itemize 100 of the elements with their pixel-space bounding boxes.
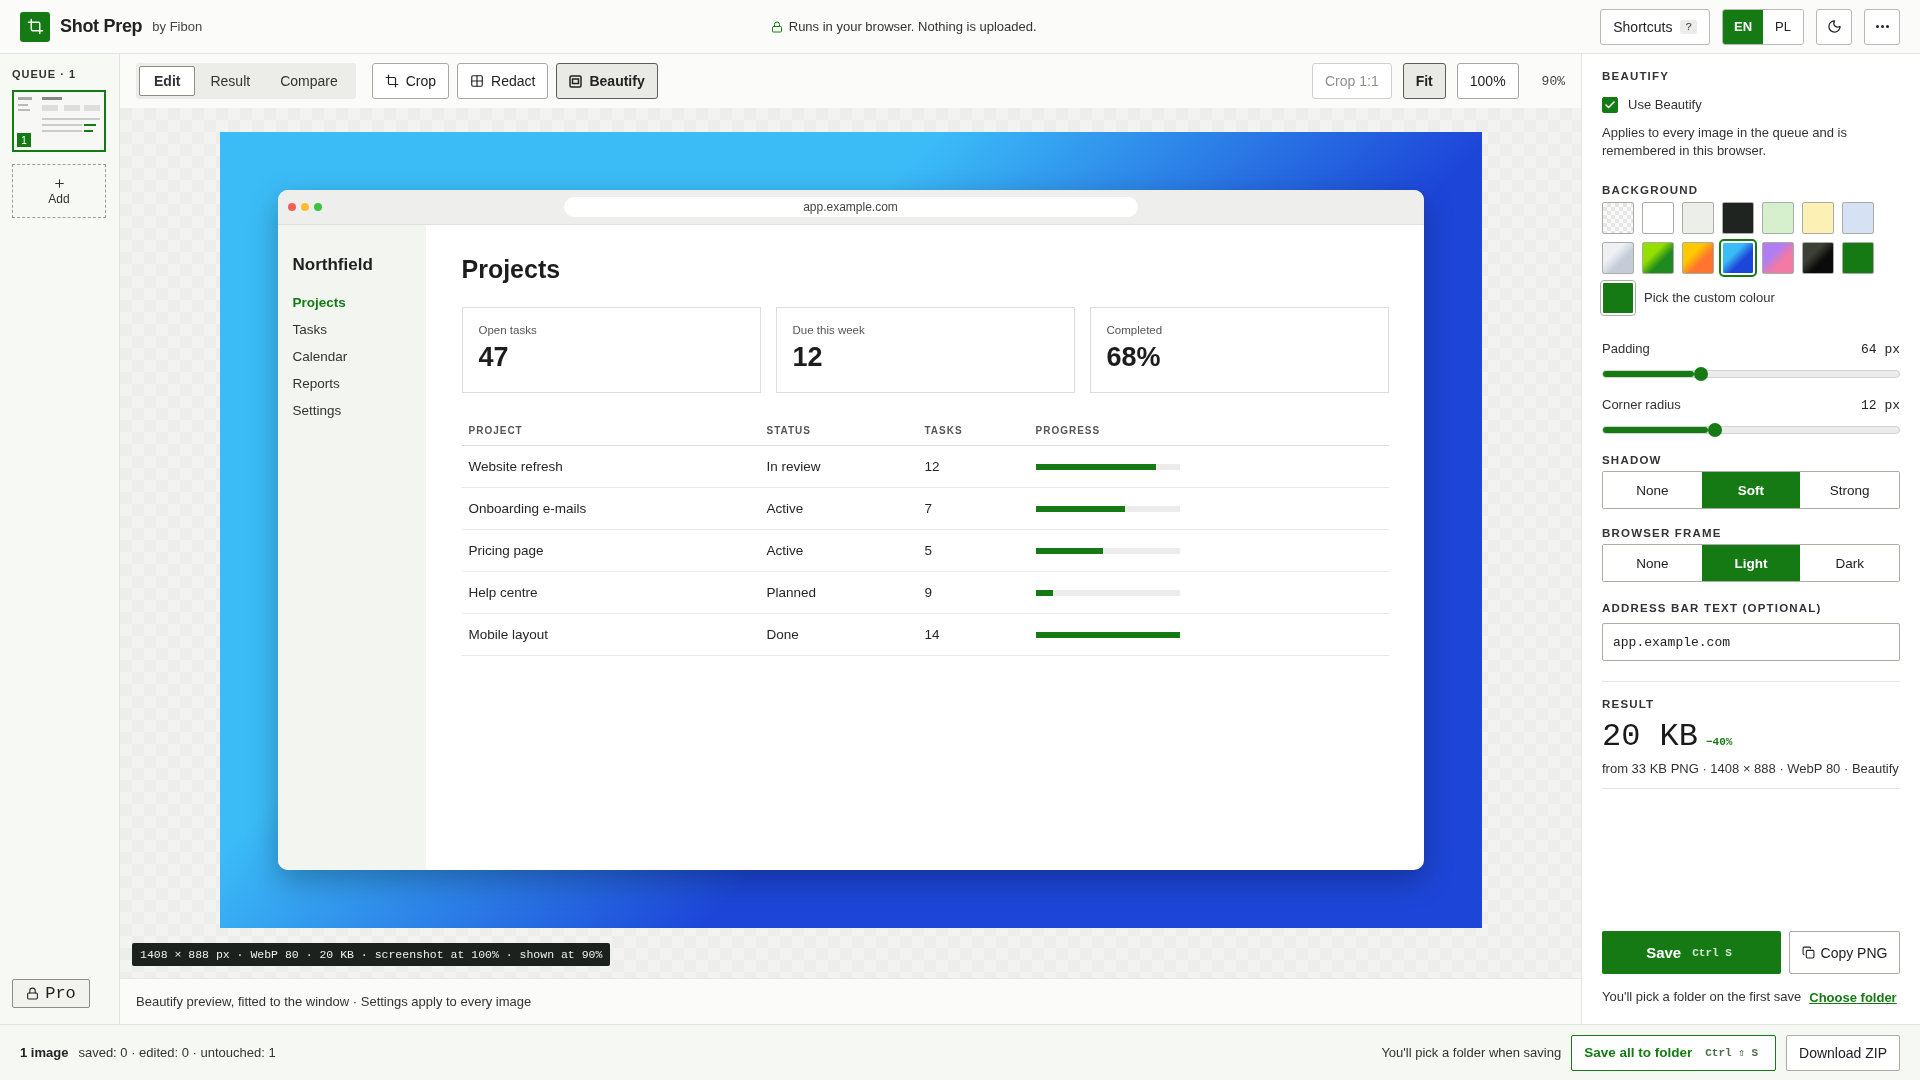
view-tab[interactable]: Result — [195, 66, 266, 96]
slider-reading: 12 px — [1861, 397, 1900, 413]
colour-swatch[interactable] — [1762, 242, 1794, 274]
copy-button[interactable]: Copy PNG — [1789, 931, 1900, 974]
custom-colour-swatch[interactable] — [1602, 282, 1634, 314]
table-cell-text: Website refresh — [468, 459, 564, 474]
table-cell-text: Done — [766, 627, 800, 642]
plus-icon — [52, 176, 66, 190]
column-header: TASKS — [924, 424, 964, 436]
table-cell-text: Mobile layout — [468, 627, 550, 642]
language-button[interactable]: PL — [1763, 9, 1803, 44]
table-cell-text: 14 — [924, 627, 941, 642]
slider-thumb[interactable] — [1693, 367, 1708, 381]
colour-swatch[interactable] — [1802, 202, 1834, 234]
slider-reading: 64 px — [1861, 341, 1900, 357]
colour-swatch[interactable] — [1602, 242, 1634, 274]
colour-swatch[interactable] — [1802, 242, 1834, 274]
colour-swatch[interactable] — [1642, 202, 1674, 234]
custom-colour-label: Pick the custom colour — [1644, 289, 1775, 307]
stat-value: 47 — [478, 342, 510, 373]
slider-label: Padding — [1602, 340, 1650, 358]
check-icon — [1604, 99, 1616, 111]
tool-button[interactable]: Beautify — [556, 63, 658, 99]
window-controls-icon — [287, 203, 322, 211]
queue-number: 1 — [17, 133, 31, 147]
table-cell-text: 5 — [924, 543, 933, 558]
stat-label: Due this week — [792, 324, 866, 336]
colour-swatch[interactable] — [1762, 202, 1794, 234]
stat-label: Open tasks — [478, 324, 538, 336]
table-cell-text: In review — [766, 459, 822, 474]
result-size: 20 KB — [1602, 718, 1698, 755]
app-logo — [20, 11, 50, 42]
table-cell-text: 12 — [924, 459, 941, 474]
key-hint: ? — [1680, 19, 1697, 34]
save-note: You'll pick a folder when saving — [1381, 1043, 1562, 1062]
colour-swatch[interactable] — [1682, 242, 1714, 274]
colour-swatch[interactable] — [1722, 202, 1754, 234]
lock-icon — [770, 20, 783, 33]
image-count: 1 image — [20, 1045, 69, 1060]
section-title: BEAUTIFY — [1602, 70, 1671, 82]
privacy-notice: Runs in your browser. Nothing is uploaded. — [788, 19, 1037, 34]
checkbox[interactable] — [1602, 97, 1618, 113]
section-title: BROWSER FRAME — [1602, 527, 1723, 539]
folder-note: You'll pick a folder on the first save — [1602, 988, 1802, 1006]
table-cell-text: Active — [766, 543, 805, 558]
option-button[interactable]: Soft — [1701, 472, 1801, 508]
more-icon — [1875, 25, 1889, 28]
tool-button[interactable]: Crop — [371, 63, 450, 99]
theme-button[interactable] — [1816, 8, 1852, 45]
colour-swatch[interactable] — [1682, 202, 1714, 234]
preview-caption: Beautify preview, fitted to the window · Settings apply to every image — [136, 994, 532, 1009]
crop-icon — [384, 74, 399, 88]
column-header: PROGRESS — [1035, 424, 1102, 436]
language-button[interactable]: EN — [1723, 9, 1763, 44]
zoom-reading: 90% — [1541, 73, 1565, 89]
size-change: −40% — [1706, 736, 1733, 748]
colour-swatch[interactable] — [1602, 202, 1634, 234]
choose-folder-link[interactable]: Choose folder — [1809, 989, 1897, 1005]
section-title: BACKGROUND — [1602, 184, 1700, 196]
zoom-button[interactable]: Fit — [1402, 63, 1446, 99]
colour-swatch[interactable] — [1842, 202, 1874, 234]
shortcuts-button[interactable]: Shortcuts ? — [1600, 8, 1710, 45]
page-title: Projects — [461, 255, 562, 284]
tool-button[interactable]: Redact — [457, 63, 549, 99]
table-cell-text: Help centre — [468, 585, 539, 600]
colour-swatch[interactable] — [1642, 242, 1674, 274]
table-cell-text: Active — [766, 501, 805, 516]
view-tab[interactable]: Compare — [265, 66, 353, 96]
copy-icon — [1801, 946, 1815, 959]
status-summary: saved: 0 · edited: 0 · untouched: 1 — [78, 1043, 276, 1062]
table-cell-text: 7 — [924, 501, 933, 516]
save-all-button[interactable]: Save all to folder Ctrl ⇧ S — [1571, 1034, 1777, 1071]
stat-value: 68% — [1106, 342, 1162, 373]
grid-icon — [470, 74, 485, 88]
table-cell-text: Pricing page — [468, 543, 545, 558]
view-tab[interactable]: Edit — [139, 66, 196, 96]
slider-track[interactable] — [1602, 426, 1900, 434]
result-details: from 33 KB PNG · 1408 × 888 · WebP 80 · Beautify — [1602, 761, 1900, 776]
add-button[interactable]: Add — [12, 164, 106, 218]
download-zip-button[interactable]: Download ZIP — [1786, 1034, 1900, 1071]
table-cell-text: 9 — [924, 585, 933, 600]
frame-icon — [569, 74, 583, 88]
checkbox-label: Use Beautify — [1628, 96, 1702, 114]
pro-button[interactable]: Pro — [12, 979, 90, 1008]
settings-note: Applies to every image in the queue and is remembered in this browser. — [1602, 124, 1848, 160]
section-title: RESULT — [1602, 698, 1656, 710]
colour-swatch[interactable] — [1842, 242, 1874, 274]
image-info: 1408 × 888 px · WebP 80 · 20 KB · screenshot at 100% · shown at 90% — [132, 943, 611, 966]
slider-thumb[interactable] — [1708, 423, 1723, 437]
slider-track[interactable] — [1602, 370, 1900, 378]
section-title: SHADOW — [1602, 454, 1663, 466]
more-button[interactable] — [1864, 8, 1900, 45]
byline: by Fibon — [152, 19, 203, 34]
address-field[interactable]: app.example.com — [1602, 623, 1900, 661]
save-button[interactable]: Save Ctrl S — [1602, 931, 1781, 974]
zoom-button[interactable]: 100% — [1456, 63, 1519, 99]
column-header: PROJECT — [468, 424, 524, 436]
option-button[interactable]: Light — [1701, 545, 1801, 581]
queue-thumbnail[interactable]: 1 — [12, 90, 106, 152]
table-cell-text: Onboarding e-mails — [468, 501, 588, 516]
